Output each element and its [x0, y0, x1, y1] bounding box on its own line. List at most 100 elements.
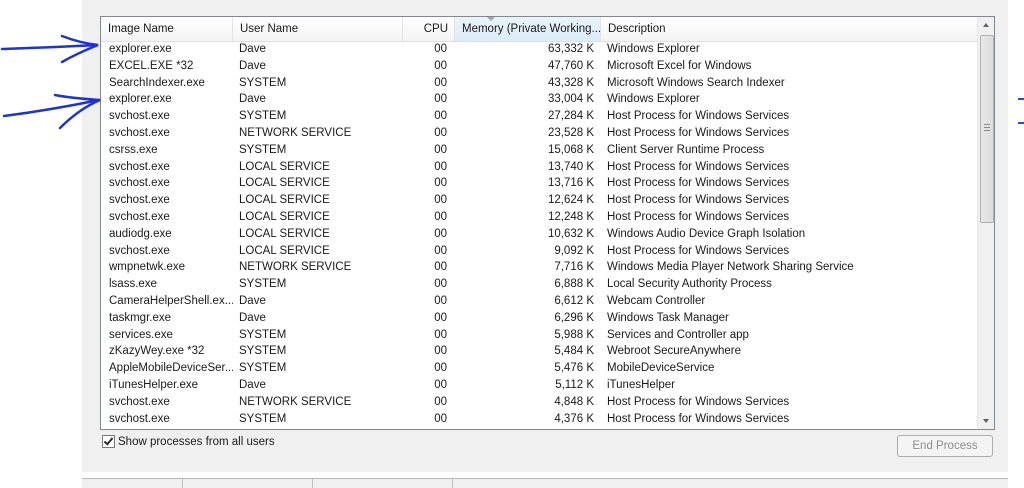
process-description: Windows Audio Device Graph Isolation [607, 227, 806, 240]
column-header-cpu[interactable]: CPU [403, 17, 455, 41]
arrowhead-annotation-icon [53, 93, 101, 130]
column-header-memory[interactable]: Memory (Private Working... [455, 17, 601, 41]
process-user-name: LOCAL SERVICE [239, 210, 330, 223]
process-row[interactable]: SearchIndexer.exe SYSTEM 00 43,328 K Microso… [101, 75, 977, 92]
process-image-name: svchost.exe [109, 110, 170, 123]
process-description: Host Process for Windows Services [607, 126, 790, 139]
process-cpu: 00 [434, 93, 447, 106]
process-memory: 33,004 K [547, 93, 594, 106]
scroll-down-button[interactable] [978, 412, 994, 429]
column-header-user-name[interactable]: User Name [233, 17, 403, 41]
process-description: Host Process for Windows Services [607, 177, 790, 190]
process-cpu: 00 [434, 210, 447, 223]
process-user-name: SYSTEM [239, 278, 287, 291]
process-description: Webroot SecureAnywhere [607, 345, 742, 358]
process-cpu: 00 [434, 43, 447, 55]
column-header-description[interactable]: Description [601, 17, 977, 41]
process-memory: 4,848 K [554, 395, 594, 408]
process-image-name: svchost.exe [109, 160, 170, 173]
process-cpu: 00 [434, 126, 447, 139]
process-image-name: svchost.exe [109, 177, 170, 190]
process-image-name: svchost.exe [109, 210, 170, 223]
process-user-name: Dave [239, 43, 266, 55]
process-memory: 6,612 K [554, 294, 594, 307]
process-row[interactable]: svchost.exe LOCAL SERVICE 00 12,624 K Host P… [101, 192, 977, 209]
process-user-name: LOCAL SERVICE [239, 194, 330, 207]
process-image-name: taskmgr.exe [109, 311, 171, 324]
process-description: Local Security Authority Process [607, 278, 772, 291]
column-header-row: Image Name User Name CPU Memory (Private… [101, 17, 977, 42]
process-user-name: LOCAL SERVICE [239, 160, 330, 173]
grip-icon [984, 127, 990, 128]
process-row[interactable]: explorer.exe Dave 00 63,332 K Windows Explor… [101, 41, 977, 58]
process-row[interactable]: svchost.exe LOCAL SERVICE 00 13,740 K Host P… [101, 159, 977, 176]
process-list[interactable]: Image Name User Name CPU Memory (Private… [100, 16, 995, 430]
process-image-name: AppleMobileDeviceSer... [109, 362, 233, 375]
show-all-users-label[interactable]: Show processes from all users [118, 435, 275, 449]
process-row[interactable]: taskmgr.exe Dave 00 6,296 K Windows Task Man… [101, 310, 977, 327]
process-description: Client Server Runtime Process [607, 143, 765, 156]
process-cpu: 00 [434, 76, 447, 89]
column-header-image-name[interactable]: Image Name [101, 17, 233, 41]
process-memory: 27,284 K [547, 110, 594, 123]
process-row[interactable]: AppleMobileDeviceSer... SYSTEM 00 5,476 K Mo… [101, 360, 977, 377]
process-cpu: 00 [434, 412, 447, 425]
process-user-name: NETWORK SERVICE [239, 126, 352, 139]
process-image-name: iTunesHelper.exe [109, 378, 199, 391]
process-cpu: 00 [434, 194, 447, 207]
process-row[interactable]: audiodg.exe LOCAL SERVICE 00 10,632 K Window… [101, 226, 977, 243]
scrollbar-thumb[interactable] [980, 35, 994, 223]
process-cpu: 00 [434, 328, 447, 341]
process-row[interactable]: services.exe SYSTEM 00 5,988 K Services and … [101, 327, 977, 344]
process-row[interactable]: csrss.exe SYSTEM 00 15,068 K Client Server R… [101, 142, 977, 159]
process-memory: 63,332 K [547, 43, 594, 55]
process-cpu: 00 [434, 244, 447, 257]
process-description: Host Process for Windows Services [607, 244, 790, 257]
process-user-name: SYSTEM [239, 143, 287, 156]
process-memory: 13,740 K [547, 160, 594, 173]
process-description: MobileDeviceService [607, 362, 715, 375]
process-row[interactable]: lsass.exe SYSTEM 00 6,888 K Local Security A… [101, 276, 977, 293]
process-row[interactable]: zKazyWey.exe *32 SYSTEM 00 5,484 K Webroot S… [101, 343, 977, 360]
process-memory: 47,760 K [547, 59, 594, 72]
end-process-button[interactable]: End Process [897, 435, 993, 457]
scroll-up-button[interactable] [978, 17, 994, 34]
process-row[interactable]: svchost.exe SYSTEM 00 4,376 K Host Process f… [101, 411, 977, 428]
process-memory: 10,632 K [547, 227, 594, 240]
process-cpu: 00 [434, 110, 447, 123]
process-row[interactable]: svchost.exe SYSTEM 00 27,284 K Host Process … [101, 108, 977, 125]
process-rows: explorer.exe Dave 00 63,332 K Windows Explor… [101, 41, 977, 427]
process-description: Host Process for Windows Services [607, 210, 790, 223]
process-row[interactable]: wmpnetwk.exe NETWORK SERVICE 00 7,716 K Wind… [101, 259, 977, 276]
process-description: Services and Controller app [607, 328, 749, 341]
process-user-name: SYSTEM [239, 412, 287, 425]
process-memory: 12,624 K [547, 194, 594, 207]
process-cpu: 00 [434, 378, 447, 391]
process-image-name: audiodg.exe [109, 227, 172, 240]
process-row[interactable]: iTunesHelper.exe Dave 00 5,112 K iTunesHelpe… [101, 377, 977, 394]
process-cpu: 00 [434, 261, 447, 274]
process-image-name: explorer.exe [109, 93, 172, 106]
process-cpu: 00 [434, 160, 447, 173]
process-row[interactable]: svchost.exe LOCAL SERVICE 00 12,248 K Host P… [101, 209, 977, 226]
process-image-name: svchost.exe [109, 126, 170, 139]
process-cpu: 00 [434, 227, 447, 240]
process-row[interactable]: explorer.exe Dave 00 33,004 K Windows Explor… [101, 91, 977, 108]
process-row[interactable]: svchost.exe NETWORK SERVICE 00 4,848 K Host … [101, 394, 977, 411]
process-row[interactable]: EXCEL.EXE *32 Dave 00 47,760 K Microsoft Exc… [101, 58, 977, 75]
process-image-name: svchost.exe [109, 194, 170, 207]
vertical-scrollbar[interactable] [977, 17, 994, 429]
process-user-name: SYSTEM [239, 110, 287, 123]
process-row[interactable]: svchost.exe NETWORK SERVICE 00 23,528 K Host… [101, 125, 977, 142]
process-row[interactable]: svchost.exe LOCAL SERVICE 00 13,716 K Host P… [101, 175, 977, 192]
show-all-users-checkbox[interactable] [102, 435, 115, 448]
process-description: Host Process for Windows Services [607, 395, 790, 408]
process-description: iTunesHelper [607, 378, 675, 391]
process-cpu: 00 [434, 177, 447, 190]
right-background [1008, 0, 1024, 487]
process-row[interactable]: CameraHelperShell.ex... Dave 00 6,612 K Webc… [101, 293, 977, 310]
process-row[interactable]: svchost.exe LOCAL SERVICE 00 9,092 K Host Pr… [101, 243, 977, 260]
process-description: Windows Explorer [607, 93, 700, 106]
process-user-name: Dave [239, 378, 266, 391]
process-user-name: LOCAL SERVICE [239, 244, 330, 257]
